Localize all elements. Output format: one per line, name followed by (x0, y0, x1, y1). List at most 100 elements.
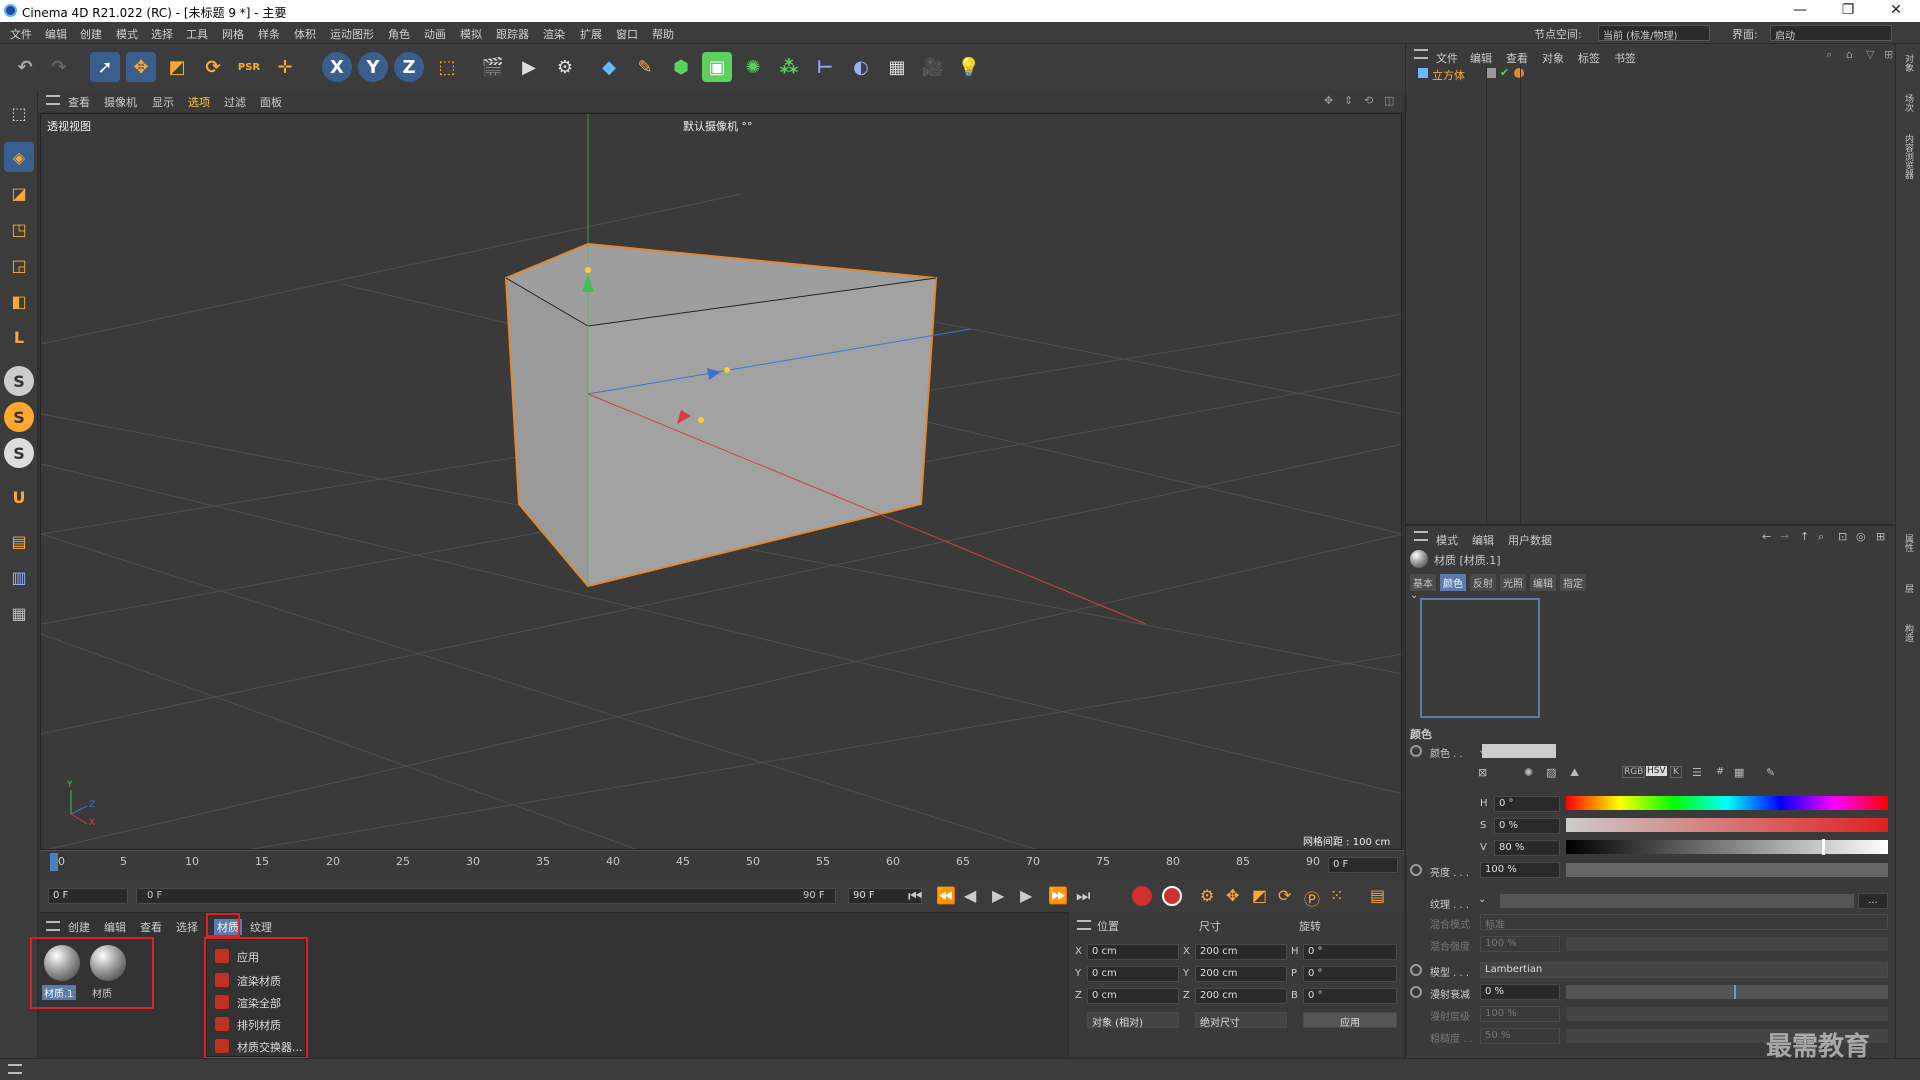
collapse-chevron-icon[interactable]: ⌄ (1410, 590, 1418, 601)
attr-search-icon[interactable]: ⌕ (1818, 530, 1824, 544)
menu-spline[interactable]: 样条 (258, 26, 280, 42)
menu-extensions[interactable]: 扩展 (580, 26, 602, 42)
blend-mode-dropdown[interactable]: 标准 (1480, 914, 1888, 931)
close-button[interactable]: ✕ (1876, 2, 1916, 18)
diffuse-level-slider[interactable] (1566, 1007, 1888, 1021)
grid-snap-icon[interactable]: ▦ (4, 598, 34, 628)
cloner-icon[interactable]: ✺ (738, 52, 768, 82)
obj-menu-edit[interactable]: 编辑 (1470, 50, 1492, 66)
timeline-ruler[interactable]: 0 5 10 15 20 25 30 35 40 45 50 55 60 65 … (40, 850, 1404, 880)
menu-create[interactable]: 创建 (80, 26, 102, 42)
value-slider-knob[interactable] (1822, 839, 1825, 855)
pos-x-field[interactable]: 0 cm (1087, 944, 1179, 960)
render-settings-icon[interactable]: ⚙ (550, 52, 580, 82)
diffuse-falloff-anim-icon[interactable] (1410, 986, 1422, 998)
hue-field[interactable]: 0 ° (1494, 796, 1560, 812)
pos-y-field[interactable]: 0 cm (1087, 966, 1179, 982)
blend-strength-field[interactable]: 100 % (1480, 936, 1560, 952)
menu-file[interactable]: 文件 (10, 26, 32, 42)
diffuse-level-field[interactable]: 100 % (1480, 1006, 1560, 1022)
prev-key-icon[interactable]: ⏪ (936, 886, 956, 905)
perspective-viewport[interactable]: 透视视图 默认摄像机 °° 网格间距 : 100 cm Y X Z (40, 113, 1402, 850)
vp-maximize-icon[interactable]: ◫ (1384, 94, 1394, 107)
locked-workplane-icon[interactable]: ▥ (4, 562, 34, 592)
hamburger-menu-icon[interactable] (46, 95, 60, 105)
menu-edit[interactable]: 编辑 (45, 26, 67, 42)
y-axis-lock-icon[interactable]: Y (358, 52, 388, 82)
spline-pen-icon[interactable]: ✎ (630, 52, 660, 82)
object-manager-menu-icon[interactable] (1414, 49, 1428, 59)
key-scale-icon[interactable]: ◩ (1252, 886, 1267, 905)
menu-tracker[interactable]: 跟踪器 (496, 26, 529, 42)
select-tool-icon[interactable]: ➚ (90, 52, 120, 82)
vp-menu-filter[interactable]: 过滤 (224, 94, 246, 110)
obj-filter-icon[interactable]: ▽ (1866, 48, 1874, 61)
snap-icon[interactable]: S (4, 366, 34, 396)
prev-frame-icon[interactable]: ◀ (964, 886, 976, 905)
mograph-cluster-icon[interactable]: ⁂ (774, 52, 804, 82)
eyedropper-icon[interactable]: ✎ (1766, 766, 1775, 779)
mat-menu-texture[interactable]: 纹理 (250, 919, 272, 935)
x-axis-lock-icon[interactable]: X (322, 52, 352, 82)
value-slider[interactable] (1566, 839, 1888, 855)
tab-layers[interactable]: 层 (1902, 584, 1915, 593)
add-tool-icon[interactable]: ✛ (270, 52, 300, 82)
key-selection-icon[interactable]: ⚙ (1200, 886, 1214, 905)
obj-search-icon[interactable]: ⌕ (1826, 48, 1832, 62)
coord-mode-dropdown[interactable]: 对象 (相对) (1087, 1012, 1179, 1029)
attr-menu-mode[interactable]: 模式 (1436, 532, 1458, 548)
node-space-dropdown[interactable]: 当前 (标准/物理) (1598, 25, 1710, 42)
color-wheel-icon[interactable]: ⊠ (1478, 766, 1487, 779)
color-spectrum-icon[interactable]: ✺ (1524, 766, 1533, 779)
menu-select[interactable]: 选择 (151, 26, 173, 42)
points-mode-icon[interactable]: ◳ (4, 214, 34, 244)
blend-strength-slider[interactable] (1566, 937, 1888, 951)
layer-icon[interactable] (1486, 68, 1496, 78)
up-arrow-icon[interactable]: ↑ (1800, 530, 1809, 543)
light-icon[interactable]: 💡 (954, 52, 984, 82)
autokey-icon[interactable] (1162, 886, 1182, 906)
bend-deformer-icon[interactable]: ⊢ (810, 52, 840, 82)
psr-tool-icon[interactable]: PSR (234, 52, 264, 82)
value-field[interactable]: 80 % (1494, 840, 1560, 856)
current-frame-field[interactable]: 0 F (1328, 857, 1398, 873)
mode-hex[interactable]: # (1716, 766, 1724, 777)
mat-menu-select[interactable]: 选择 (176, 919, 198, 935)
floor-icon[interactable]: ▦ (882, 52, 912, 82)
maximize-button[interactable]: ❐ (1828, 2, 1868, 18)
saturation-field[interactable]: 0 % (1494, 818, 1560, 834)
texture-mode-icon[interactable]: ◪ (4, 178, 34, 208)
mode-kelvin[interactable]: K (1670, 766, 1682, 778)
vp-menu-cameras[interactable]: 摄像机 (104, 94, 137, 110)
menu-character[interactable]: 角色 (388, 26, 410, 42)
size-mode-dropdown[interactable]: 绝对尺寸 (1195, 1012, 1287, 1029)
menu-mode[interactable]: 模式 (116, 26, 138, 42)
extrude-icon[interactable]: ▣ (702, 52, 732, 82)
texture-browse-button[interactable]: ... (1858, 893, 1888, 909)
go-to-start-icon[interactable]: ⏮ (908, 886, 922, 906)
obj-menu-file[interactable]: 文件 (1436, 50, 1458, 66)
workplane-icon[interactable]: ▤ (4, 526, 34, 556)
rot-b-field[interactable]: 0 ° (1303, 988, 1397, 1004)
rotate-tool-icon[interactable]: ⟳ (198, 52, 228, 82)
vp-menu-view[interactable]: 查看 (68, 94, 90, 110)
go-to-end-icon[interactable]: ⏭ (1076, 886, 1090, 906)
start-frame-field[interactable]: 0 F (48, 888, 128, 904)
quantize-icon[interactable]: S (4, 438, 34, 468)
saturation-slider[interactable] (1566, 818, 1888, 832)
render-picture-viewer-icon[interactable]: ▶ (514, 52, 544, 82)
next-frame-icon[interactable]: ▶ (1020, 886, 1032, 905)
timeline-window-icon[interactable]: ▤ (1370, 886, 1385, 905)
forward-arrow-icon[interactable]: → (1780, 530, 1789, 543)
tab-editor[interactable]: 编辑 (1530, 574, 1556, 591)
back-arrow-icon[interactable]: ← (1762, 530, 1771, 543)
layout-dropdown[interactable]: 启动 (1770, 25, 1892, 42)
pos-z-field[interactable]: 0 cm (1087, 988, 1179, 1004)
model-dropdown[interactable]: Lambertian (1480, 962, 1888, 978)
key-param-icon[interactable]: Ⓟ (1304, 886, 1320, 910)
next-key-icon[interactable]: ⏩ (1048, 886, 1068, 905)
mode-hsv[interactable]: HSV (1646, 766, 1667, 776)
attr-menu-userdata[interactable]: 用户数据 (1508, 532, 1552, 548)
undo-icon[interactable]: ↶ (10, 52, 40, 82)
obj-new-window-icon[interactable]: ⊞ (1884, 48, 1893, 61)
